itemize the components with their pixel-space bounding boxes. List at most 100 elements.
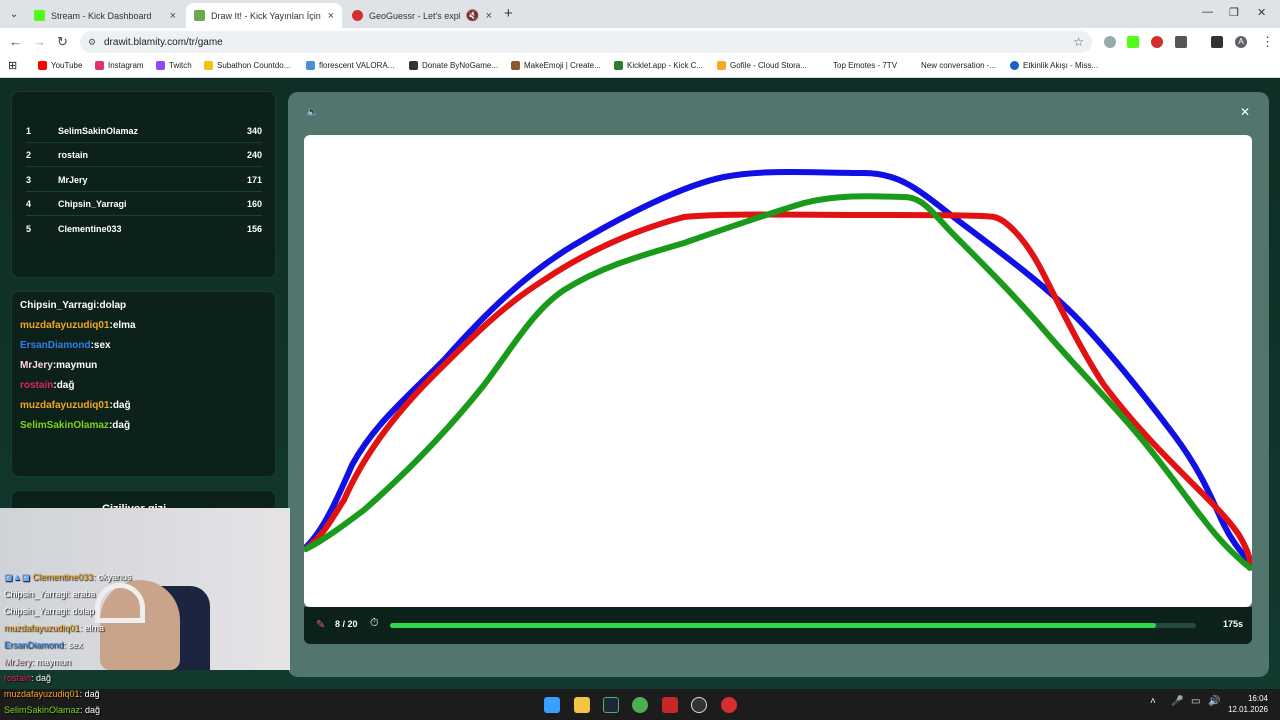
streamer-app-icon[interactable]	[662, 697, 678, 713]
globe-icon	[1010, 61, 1019, 70]
subathon-icon	[204, 61, 213, 70]
kick-icon	[34, 10, 45, 21]
chat-icon	[908, 61, 917, 70]
drawing-canvas[interactable]	[304, 135, 1252, 607]
bookmark-etkinlik[interactable]: Etkinlik Akışı - Miss...	[1010, 61, 1098, 70]
bookmark-valorant[interactable]: florescent VALORA...	[306, 61, 394, 70]
forward-icon[interactable]: →	[33, 34, 46, 49]
tab-draw-it[interactable]: Draw It! - Kick Yayınları İçin Çizi ×	[186, 3, 342, 28]
badge-icon: ◪▲◪	[4, 572, 33, 582]
opera-extension-icon[interactable]	[1151, 36, 1163, 48]
avatar[interactable]: A	[1235, 36, 1247, 48]
leaderboard-row: 2 rostain 240	[26, 143, 262, 167]
file-explorer-icon[interactable]	[574, 697, 590, 713]
close-icon[interactable]: ✕	[1240, 105, 1250, 119]
chevron-up-icon[interactable]: ˄	[1150, 696, 1156, 707]
gear-icon	[306, 61, 315, 70]
close-tab-icon[interactable]: ×	[486, 10, 492, 22]
chat-message: SelimSakinOlamaz:dağ	[20, 420, 131, 431]
shield-extension-icon[interactable]	[1104, 36, 1116, 48]
tab-geoguessr[interactable]: GeoGuessr - Let's explore th 🔇 ×	[344, 3, 500, 28]
windows-start-icon[interactable]	[544, 697, 560, 713]
bookmark-7tv[interactable]: Top Emotes - 7TV	[820, 61, 897, 70]
youtube-icon	[38, 61, 47, 70]
leaderboard-panel: 1 SelimSakinOlamaz 340 2 rostain 240 3 MrJery…	[11, 91, 276, 278]
chat-username: muzdafayuzudiq01	[20, 320, 110, 331]
timer-label: 175s	[1223, 619, 1244, 629]
leaderboard-row: 1 SelimSakinOlamaz 340	[26, 119, 262, 143]
bookmark-makeemoji[interactable]: MakeEmoji | Create...	[511, 61, 601, 70]
chat-message: ErsanDiamond:sex	[20, 340, 111, 351]
back-icon[interactable]: ←	[9, 34, 22, 49]
red-stroke	[304, 211, 1252, 566]
bookmark-star-icon[interactable]: ☆	[1073, 35, 1084, 49]
mute-icon[interactable]: 🔇	[466, 9, 480, 22]
round-counter: 8 / 20	[335, 619, 358, 629]
tab-search-button[interactable]: ⌄	[6, 6, 22, 22]
bookmark-subathon[interactable]: Subathon Countdo...	[204, 61, 290, 70]
steam-icon[interactable]	[603, 697, 619, 713]
url-text: drawit.blamity.com/tr/game	[104, 36, 223, 48]
microphone-icon[interactable]: 🎤	[1171, 696, 1183, 707]
overlay-chat-line: rostain: dağ	[4, 673, 52, 683]
windows-taskbar: ˄ 🎤 ▭ 🔊 16:04 12.01.2026	[0, 689, 1280, 720]
kicklet-icon	[614, 61, 623, 70]
address-toolbar: ← → ↻ ⚙ drawit.blamity.com/tr/game ☆ A ⋮	[0, 28, 1280, 56]
chat-username: ErsanDiamond	[20, 340, 91, 351]
apps-grid-icon[interactable]: ⊞	[8, 59, 17, 72]
extensions-puzzle-icon[interactable]	[1175, 36, 1187, 48]
chat-username: Chipsin_Yarragi	[20, 300, 97, 311]
chrome-icon[interactable]	[632, 697, 648, 713]
volume-icon[interactable]: 🔈	[306, 107, 318, 118]
twitch-icon	[156, 61, 165, 70]
instagram-icon	[95, 61, 104, 70]
bookmark-instagram[interactable]: Instagram	[95, 61, 144, 70]
bookmark-twitch[interactable]: Twitch	[156, 61, 192, 70]
game-footer: ✎ 8 / 20 ⏱ 175s	[304, 607, 1252, 644]
media-control-icon[interactable]	[1211, 36, 1223, 48]
chat-panel: Chipsin_Yarragi:dolap muzdafayuzudiq01:e…	[11, 291, 276, 477]
bookmarks-bar: ⊞ YouTube Instagram Twitch Subathon Coun…	[0, 56, 1280, 78]
close-window-icon[interactable]: ✕	[1257, 6, 1266, 19]
bynogame-icon	[409, 61, 418, 70]
overlay-chat-line: ErsanDiamond: sex	[4, 640, 83, 650]
reload-icon[interactable]: ↻	[57, 34, 68, 50]
new-tab-button[interactable]: +	[504, 5, 513, 22]
green-stroke	[304, 193, 1252, 571]
tab-kick-dashboard[interactable]: Stream - Kick Dashboard ×	[26, 3, 184, 28]
gofile-icon	[717, 61, 726, 70]
chat-message: muzdafayuzudiq01:elma	[20, 320, 136, 331]
timer-icon: ⏱	[370, 617, 379, 629]
display-icon[interactable]: ▭	[1191, 696, 1200, 707]
leaderboard-row: 4 Chipsin_Yarragi 160	[26, 192, 262, 216]
chat-username: rostain	[20, 380, 54, 391]
pencil-icon: ✎	[316, 619, 326, 631]
bookmark-youtube[interactable]: YouTube	[38, 61, 82, 70]
volume-tray-icon[interactable]: 🔊	[1208, 696, 1220, 707]
overlay-chat-line: ◪▲◪ Clementine033: okyanus	[4, 572, 132, 582]
url-bar[interactable]: ⚙ drawit.blamity.com/tr/game ☆	[80, 31, 1092, 53]
drawing-svg	[304, 169, 1252, 571]
site-info-icon[interactable]: ⚙	[88, 37, 98, 47]
minimize-icon[interactable]: —	[1202, 6, 1213, 18]
bookmark-new-conversation[interactable]: New conversation -...	[908, 61, 996, 70]
obs-icon[interactable]	[691, 697, 707, 713]
green-extension-icon[interactable]	[1127, 36, 1139, 48]
time-progress-bar	[390, 623, 1196, 628]
game-modal: 🔈 ✕ ✎ 8 / 20 ⏱ 175s	[288, 92, 1269, 677]
close-tab-icon[interactable]: ×	[328, 10, 334, 22]
bookmark-kicklet[interactable]: Kicklet.app - Kick C...	[614, 61, 703, 70]
close-tab-icon[interactable]: ×	[170, 10, 176, 22]
chat-message: Chipsin_Yarragi:dolap	[20, 300, 127, 311]
geoguessr-taskbar-icon[interactable]	[721, 697, 737, 713]
bookmark-bynogame[interactable]: Donate ByNoGame...	[409, 61, 498, 70]
overlay-chat-line: MrJery: maymun	[4, 657, 72, 667]
restore-icon[interactable]: ❐	[1229, 6, 1239, 19]
browser-menu-icon[interactable]: ⋮	[1261, 34, 1274, 50]
overlay-chat-line: Chipsin_Yarragi: dolap	[4, 606, 95, 616]
chat-username: SelimSakinOlamaz	[20, 420, 109, 431]
system-clock[interactable]: 16:04 12.01.2026	[1228, 693, 1268, 715]
chat-username: MrJery	[20, 360, 53, 371]
time-progress-fill	[390, 623, 1156, 628]
bookmark-gofile[interactable]: Gofile - Cloud Stora...	[717, 61, 807, 70]
